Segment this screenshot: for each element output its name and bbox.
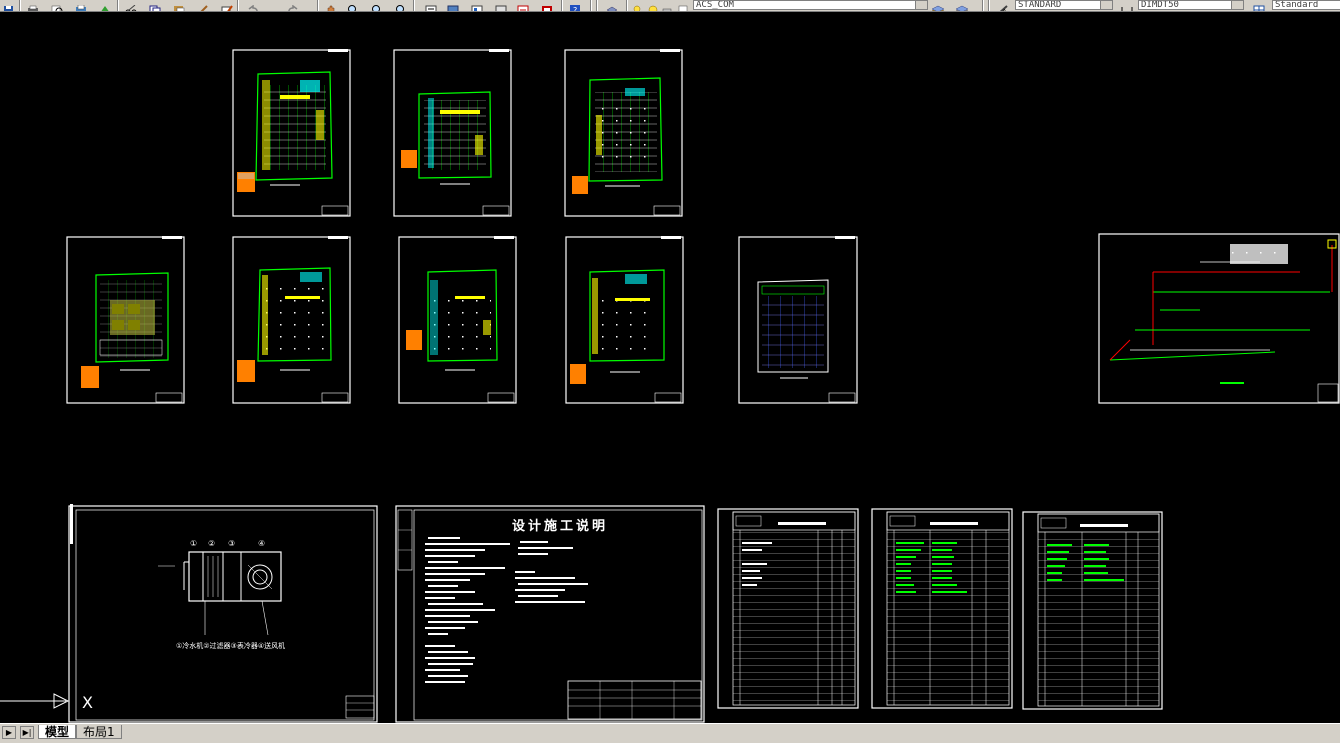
zoom-previous-icon[interactable]: [394, 0, 408, 11]
floor-plan-sheet[interactable]: [738, 236, 858, 404]
toolbar-separator: [982, 0, 984, 11]
plot-icon[interactable]: [26, 0, 40, 11]
tool-palettes-icon[interactable]: [470, 0, 484, 11]
markup-icon[interactable]: [516, 0, 530, 11]
layer-dropdown[interactable]: ACS_COM: [693, 0, 928, 10]
equipment-list-sheet[interactable]: [1022, 511, 1163, 710]
toolbar-separator: [561, 0, 563, 11]
equipment-legend: ①冷水机②过滤器③表冷器④送风机: [176, 641, 285, 650]
3d-dwf-icon[interactable]: [98, 0, 112, 11]
table-style-dropdown[interactable]: Standard: [1272, 0, 1340, 10]
match-properties-icon[interactable]: [196, 0, 210, 11]
toolbar-separator: [413, 0, 415, 11]
floor-plan-sheet[interactable]: [66, 236, 185, 404]
toolbar-separator: [237, 0, 239, 11]
layer-lock-icon[interactable]: [660, 0, 674, 11]
layer-previous-icon[interactable]: [955, 0, 969, 11]
quickcalc-icon[interactable]: [540, 0, 554, 11]
properties-icon[interactable]: [424, 0, 438, 11]
design-notes-sheet[interactable]: 设计施工说明: [395, 505, 705, 723]
dim-style-icon[interactable]: [1120, 0, 1134, 11]
floor-plan-sheet[interactable]: [565, 236, 684, 404]
chevron-down-icon: [1100, 1, 1112, 9]
dim-style-dropdown[interactable]: DIMDT50: [1138, 0, 1244, 10]
model-space-canvas[interactable]: ① ② ③ ④ ①冷水机②过滤器③表冷器④送风机 设计施工说明 X: [0, 12, 1340, 723]
equipment-list-sheet[interactable]: [871, 508, 1013, 709]
undo-icon[interactable]: [246, 0, 260, 11]
toolbar-separator: [317, 0, 319, 11]
dim-style-value: DIMDT50: [1141, 0, 1179, 10]
toolbar-separator: [988, 0, 990, 11]
equipment-list-sheet[interactable]: [717, 508, 859, 709]
layer-dropdown-value: ACS_COM: [696, 0, 734, 10]
callout-4: ④: [258, 539, 265, 548]
make-layer-current-icon[interactable]: [931, 0, 945, 11]
help-icon[interactable]: ?: [568, 0, 582, 11]
tab-model[interactable]: 模型: [38, 725, 77, 739]
block-editor-icon[interactable]: [220, 0, 234, 11]
text-style-dropdown[interactable]: STANDARD: [1015, 0, 1113, 10]
standard-toolbar: ? ACS_COM A STANDARD DIMDT50 Standard: [0, 0, 1340, 12]
cut-icon[interactable]: [124, 0, 138, 11]
table-style-value: Standard: [1275, 0, 1319, 10]
toolbar-separator: [590, 0, 592, 11]
callout-2: ②: [208, 539, 215, 548]
design-notes-title: 设计施工说明: [512, 518, 608, 534]
layer-color-icon[interactable]: [676, 0, 690, 11]
floor-plan-sheet[interactable]: [232, 49, 351, 217]
next-tab-icon[interactable]: ▶: [2, 726, 16, 739]
layer-on-icon[interactable]: [630, 0, 644, 11]
text-style-value: STANDARD: [1018, 0, 1062, 10]
system-riser-diagram-sheet[interactable]: [1098, 233, 1340, 404]
design-center-icon[interactable]: [446, 0, 460, 11]
ucs-icon: X: [0, 693, 93, 712]
paste-icon[interactable]: [172, 0, 186, 11]
toolbar-separator: [596, 0, 598, 11]
pan-icon[interactable]: [324, 0, 338, 11]
layer-properties-icon[interactable]: [605, 0, 619, 11]
publish-icon[interactable]: [74, 0, 88, 11]
copy-icon[interactable]: [148, 0, 162, 11]
save-icon[interactable]: [2, 0, 16, 11]
chevron-down-icon: [915, 1, 927, 9]
callout-1: ①: [190, 539, 197, 548]
plot-preview-icon[interactable]: [50, 0, 64, 11]
redo-icon[interactable]: [286, 0, 300, 11]
ucs-x-label: X: [82, 693, 93, 712]
tab-layout1[interactable]: 布局1: [76, 725, 122, 739]
floor-plan-sheet[interactable]: [398, 236, 517, 404]
zoom-window-icon[interactable]: [370, 0, 384, 11]
layer-freeze-icon[interactable]: [646, 0, 660, 11]
callout-3: ③: [228, 539, 235, 548]
toolbar-separator: [626, 0, 628, 11]
chevron-down-icon: [1231, 1, 1243, 9]
text-style-icon[interactable]: A: [996, 0, 1010, 11]
air-handler-detail-sheet[interactable]: ① ② ③ ④ ①冷水机②过滤器③表冷器④送风机: [68, 504, 378, 723]
last-tab-icon[interactable]: ▶|: [20, 726, 34, 739]
table-style-icon[interactable]: [1252, 0, 1266, 11]
floor-plan-sheet[interactable]: [232, 236, 351, 404]
zoom-realtime-icon[interactable]: [346, 0, 360, 11]
floor-plan-sheet[interactable]: [564, 49, 683, 217]
toolbar-separator: [117, 0, 119, 11]
drawing-area[interactable]: ① ② ③ ④ ①冷水机②过滤器③表冷器④送风机 设计施工说明 X: [0, 12, 1340, 723]
floor-plan-sheet[interactable]: [393, 49, 512, 217]
sheet-set-icon[interactable]: [494, 0, 508, 11]
toolbar-separator: [19, 0, 21, 11]
layout-tab-bar: ▶ ▶| 模型 布局1: [0, 723, 1340, 743]
